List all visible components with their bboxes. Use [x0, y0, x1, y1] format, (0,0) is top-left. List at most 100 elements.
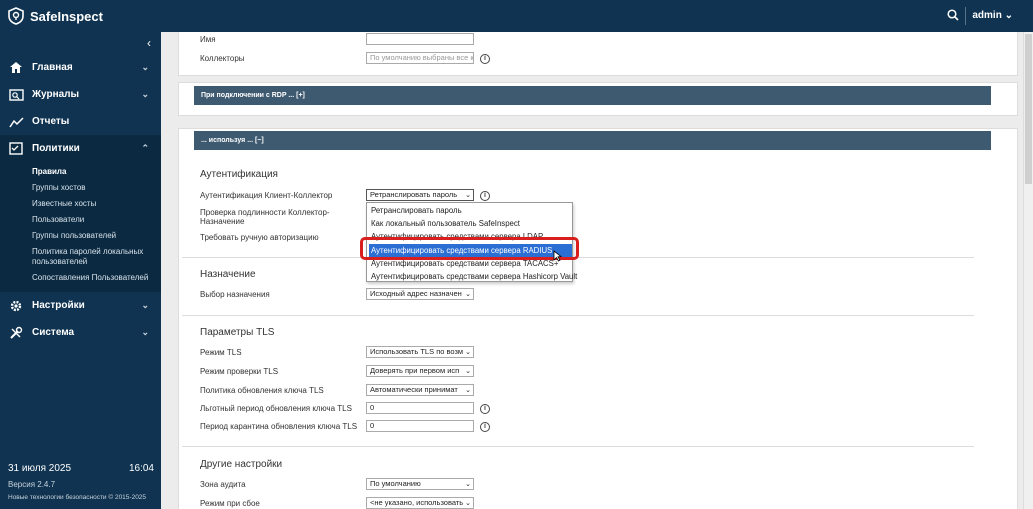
sidebar-item-label: Журналы	[32, 89, 80, 100]
search-icon[interactable]	[947, 9, 959, 23]
destination-select-label: Выбор назначения	[200, 290, 270, 299]
submenu-item-user-groups[interactable]: Группы пользователей	[0, 228, 161, 244]
sidebar-item-label: Политики	[32, 143, 80, 154]
sidebar-item-settings[interactable]: Настройки ⌄	[0, 292, 161, 319]
sidebar-item-label: Главная	[32, 62, 73, 73]
select-value: Автоматически принимат	[370, 385, 458, 394]
collectors-input[interactable]: По умолчанию выбраны все кс	[366, 52, 474, 64]
dropdown-option[interactable]: Как локальный пользователь SafeInspect	[369, 217, 572, 230]
chevron-down-icon: ⌄	[141, 327, 149, 337]
chevron-down-icon: ⌄	[141, 89, 149, 99]
select-value: Ретранслировать пароль	[370, 190, 458, 199]
using-card: ... используя ... [−]	[178, 128, 1018, 509]
chart-line-icon	[8, 115, 24, 129]
scrollbar[interactable]	[1023, 32, 1033, 509]
tls-policy-select[interactable]: Автоматически принимат ⌄	[366, 384, 474, 396]
scrollbar-thumb[interactable]	[1025, 34, 1032, 184]
chevron-down-icon: ⌄	[465, 386, 471, 395]
brand-name: SafeInspect	[30, 8, 103, 24]
sidebar-item-label: Настройки	[32, 300, 85, 311]
sidebar-item-policies[interactable]: Политики ⌃	[0, 135, 161, 162]
submenu-item-known-hosts[interactable]: Известные хосты	[0, 196, 161, 212]
select-value: Исходный адрес назначен	[370, 289, 462, 298]
general-card	[178, 32, 1018, 76]
chevron-down-icon: ⌄	[465, 191, 471, 200]
select-value: По умолчанию	[370, 479, 421, 488]
gear-icon	[8, 299, 24, 313]
sidebar-item-label: Отчеты	[32, 116, 70, 127]
manual-auth-label: Требовать ручную авторизацию	[200, 233, 319, 242]
chevron-down-icon: ⌄	[465, 367, 471, 376]
tools-icon	[8, 326, 24, 340]
footer-time: 16:04	[128, 463, 154, 474]
sidebar-item-journals[interactable]: Журналы ⌄	[0, 81, 161, 108]
dropdown-option[interactable]: Ретранслировать пароль	[369, 204, 572, 217]
select-value: Использовать TLS по возм	[370, 347, 464, 356]
failure-mode-select[interactable]: <не указано, использовать ⌄	[366, 497, 474, 509]
submenu-item-rules[interactable]: Правила	[0, 164, 161, 180]
dropdown-option[interactable]: Аутентифицировать средствами сервера Has…	[369, 270, 577, 283]
destination-select[interactable]: Исходный адрес назначен ⌄	[366, 288, 474, 300]
brand[interactable]: SafeInspect	[0, 0, 161, 32]
using-section-toggle[interactable]: ... используя ... [−]	[194, 131, 991, 150]
policies-submenu: Правила Группы хостов Известные хосты По…	[0, 162, 161, 292]
red-highlight-box	[360, 237, 579, 260]
collapse-sidebar-icon[interactable]: ‹	[147, 36, 151, 50]
rdp-section-toggle[interactable]: При подключении с RDP ... [+]	[194, 86, 991, 105]
tls-quarantine-input[interactable]: 0	[366, 420, 474, 432]
name-input[interactable]	[366, 33, 474, 45]
info-icon[interactable]: i	[480, 191, 490, 201]
tls-grace-label: Льготный период обновления ключа TLS	[200, 404, 352, 413]
user-menu[interactable]: admin ⌄	[972, 10, 1013, 21]
submenu-item-host-groups[interactable]: Группы хостов	[0, 180, 161, 196]
footer-version: Версия 2.4.7	[8, 480, 56, 489]
footer-copyright: Новые технологии безопасности © 2015-202…	[8, 494, 147, 501]
tls-quarantine-label: Период карантина обновления ключа TLS	[200, 422, 358, 431]
footer-date: 31 июля 2025	[8, 463, 72, 474]
shield-logo-icon	[8, 7, 24, 25]
info-icon[interactable]: i	[480, 54, 490, 64]
tls-grace-input[interactable]: 0	[366, 402, 474, 414]
name-label: Имя	[200, 35, 216, 44]
sidebar-item-system[interactable]: Система ⌄	[0, 319, 161, 346]
destination-section-title: Назначение	[200, 269, 256, 280]
chevron-down-icon: ⌄	[465, 480, 471, 489]
info-icon[interactable]: i	[480, 422, 490, 432]
tls-mode-select[interactable]: Использовать TLS по возм ⌄	[366, 346, 474, 358]
rdp-card: При подключении с RDP ... [+]	[178, 82, 1018, 116]
sidebar-nav: Главная ⌄ Журналы ⌄ Отчеты Политики ⌃ Пр…	[0, 54, 161, 346]
submenu-item-users[interactable]: Пользователи	[0, 212, 161, 228]
tls-check-label: Режим проверки TLS	[200, 367, 279, 376]
submenu-item-user-mapping[interactable]: Сопоставления Пользователей	[0, 270, 161, 286]
user-name: admin	[972, 10, 1002, 21]
sidebar-footer: 31 июля 2025 16:04 Версия 2.4.7 Новые те…	[8, 463, 154, 501]
info-icon[interactable]: i	[480, 404, 490, 414]
chevron-down-icon: ⌄	[465, 348, 471, 357]
sidebar-item-home[interactable]: Главная ⌄	[0, 54, 161, 81]
tls-check-select[interactable]: Доверять при первом исп ⌄	[366, 365, 474, 377]
submenu-item-password-policy[interactable]: Политика паролей локальных пользователей	[0, 244, 161, 270]
tls-section-title: Параметры TLS	[200, 327, 275, 338]
verify-label-line2: Назначение	[200, 217, 245, 226]
sidebar-item-label: Система	[32, 327, 75, 338]
client-collector-label: Аутентификация Клиент-Коллектор	[200, 191, 333, 200]
select-value: Доверять при первом исп	[370, 366, 460, 375]
client-collector-select[interactable]: Ретранслировать пароль ⌄	[366, 189, 474, 201]
chevron-up-icon: ⌃	[141, 143, 149, 153]
audit-zone-select[interactable]: По умолчанию ⌄	[366, 478, 474, 490]
separator	[182, 315, 974, 316]
sidebar-item-reports[interactable]: Отчеты	[0, 108, 161, 135]
chevron-down-icon: ⌄	[465, 290, 471, 299]
tls-mode-label: Режим TLS	[200, 348, 242, 357]
top-bar: admin ⌄	[161, 0, 1033, 32]
collectors-label: Коллекторы	[200, 54, 245, 63]
separator	[182, 446, 974, 447]
journal-icon	[8, 88, 24, 102]
home-icon	[8, 61, 24, 75]
audit-zone-label: Зона аудита	[200, 480, 246, 489]
select-value: <не указано, использовать	[370, 498, 464, 507]
other-section-title: Другие настройки	[200, 459, 283, 470]
main-content: Имя Коллекторы По умолчанию выбраны все …	[161, 32, 1033, 509]
chevron-down-icon: ⌄	[141, 300, 149, 310]
mouse-pointer-icon	[553, 250, 562, 262]
